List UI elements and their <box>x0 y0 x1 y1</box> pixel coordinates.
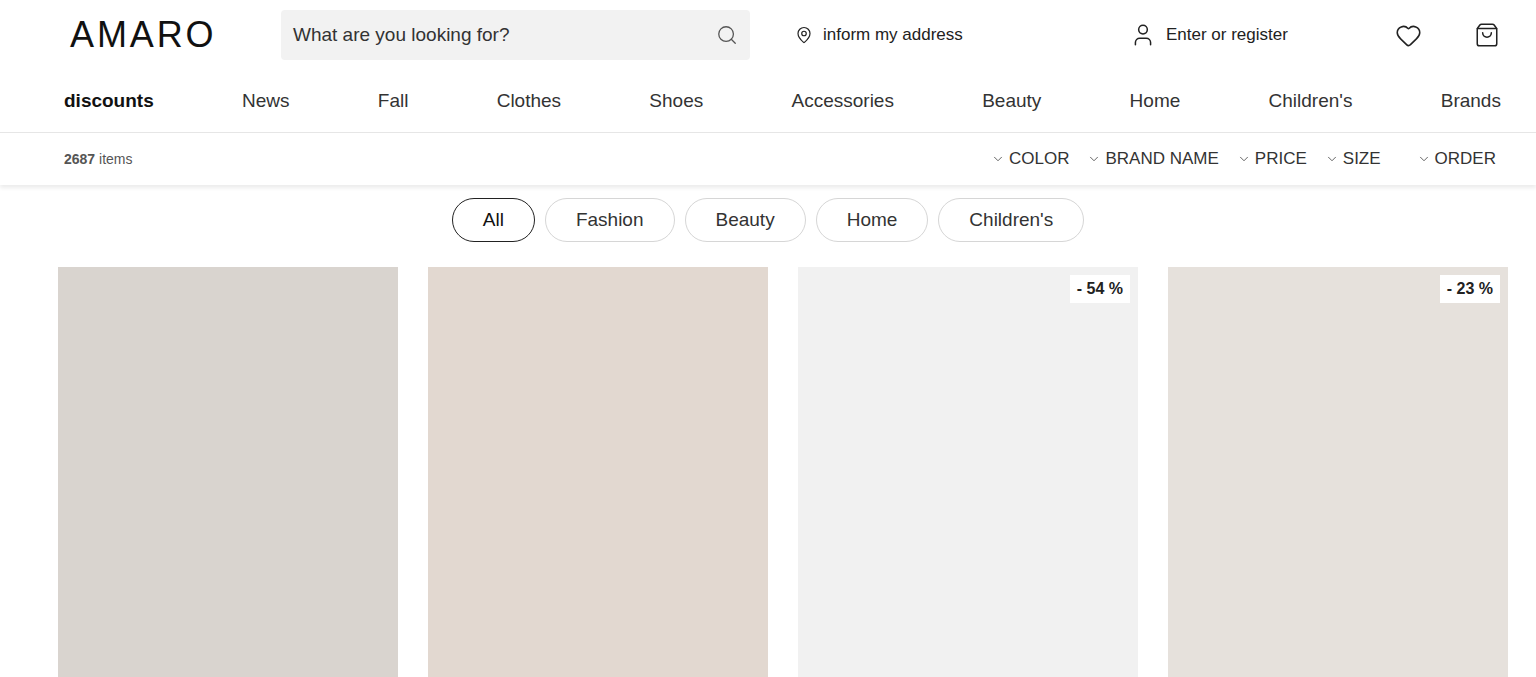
category-pills: AllFashionBeautyHomeChildren's <box>0 198 1536 242</box>
filter-dropdown[interactable]: COLOR <box>991 146 1069 172</box>
chevron-down-icon <box>1087 152 1101 166</box>
chevron-down-icon <box>991 152 1005 166</box>
bag-icon[interactable] <box>1474 22 1500 48</box>
toolbar: 2687 items COLOR BRAND NAME PRICE SIZE ORDER <box>0 133 1536 185</box>
nav-item[interactable]: Beauty <box>982 87 1041 116</box>
filter-dropdown[interactable]: PRICE <box>1237 146 1307 172</box>
filter-dropdown[interactable]: SIZE <box>1325 146 1381 172</box>
search-placeholder: What are you looking for? <box>293 21 708 50</box>
category-pill[interactable]: Fashion <box>545 198 675 242</box>
item-count: 2687 items <box>64 149 133 170</box>
heart-icon[interactable] <box>1395 22 1422 49</box>
user-icon <box>1130 22 1156 48</box>
address-link[interactable]: inform my address <box>795 22 1130 48</box>
chevron-down-icon <box>1417 152 1431 166</box>
nav-item[interactable]: Clothes <box>497 87 561 116</box>
nav-item[interactable]: Children's <box>1269 87 1353 116</box>
filter-dropdown[interactable]: ORDER <box>1417 146 1496 172</box>
filter-dropdown[interactable]: BRAND NAME <box>1087 146 1218 172</box>
search-icon[interactable] <box>716 24 738 46</box>
account-link[interactable]: Enter or register <box>1130 22 1395 48</box>
main-nav: discounts News Fall Clothes Shoes Accessories… <box>0 70 1536 133</box>
chevron-down-icon <box>1325 152 1339 166</box>
product-card[interactable] <box>58 267 398 677</box>
nav-item[interactable]: Brands <box>1441 87 1501 116</box>
discount-badge: - 23 % <box>1440 275 1500 303</box>
category-pill[interactable]: Beauty <box>685 198 806 242</box>
nav-item[interactable]: Accessories <box>792 87 894 116</box>
product-grid: - 54 % - 23 % <box>58 267 1508 677</box>
page: AMARO What are you looking for? inform my … <box>0 0 1536 677</box>
product-card[interactable]: - 54 % <box>798 267 1138 677</box>
category-pill[interactable]: All <box>452 198 535 242</box>
discount-badge: - 54 % <box>1070 275 1130 303</box>
nav-item[interactable]: News <box>242 87 290 116</box>
header: AMARO What are you looking for? inform my … <box>0 0 1536 70</box>
logo[interactable]: AMARO <box>70 17 281 53</box>
category-pill[interactable]: Children's <box>938 198 1084 242</box>
nav-item[interactable]: Home <box>1130 87 1181 116</box>
product-card[interactable]: - 23 % <box>1168 267 1508 677</box>
category-pill[interactable]: Home <box>816 198 929 242</box>
product-card[interactable] <box>428 267 768 677</box>
nav-item[interactable]: Shoes <box>649 87 703 116</box>
chevron-down-icon <box>1237 152 1251 166</box>
location-pin-icon <box>795 26 813 44</box>
nav-item[interactable]: Fall <box>378 87 409 116</box>
nav-item[interactable]: discounts <box>64 87 154 116</box>
search-field[interactable]: What are you looking for? <box>281 10 750 60</box>
